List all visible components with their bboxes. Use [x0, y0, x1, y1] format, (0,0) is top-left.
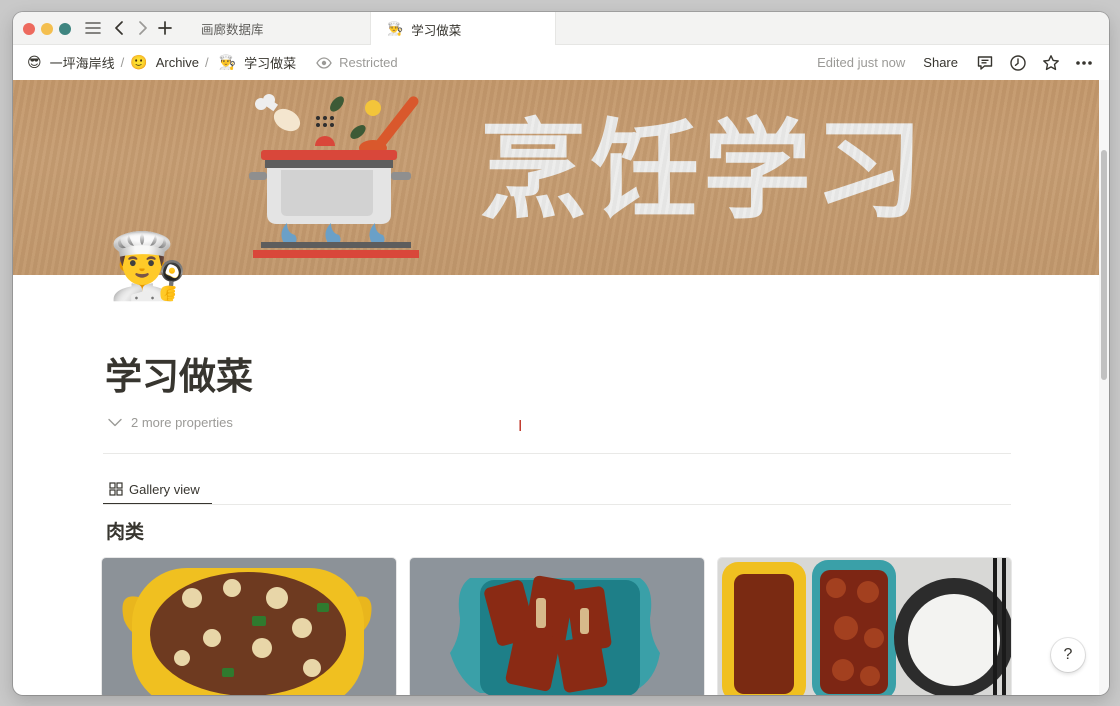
page-icon[interactable]: 👨‍🍳 [108, 234, 188, 298]
sidebar-toggle-icon[interactable] [83, 18, 103, 38]
cover-text: 烹饪学习 [479, 109, 928, 234]
help-button[interactable]: ? [1051, 638, 1085, 672]
tab-label: 画廊数据库 [201, 23, 264, 37]
breadcrumb-label: 学习做菜 [244, 56, 297, 71]
restricted-label: Restricted [339, 55, 398, 70]
chevron-down-icon [108, 418, 122, 427]
text-cursor-icon: I [518, 418, 523, 435]
more-properties-label: 2 more properties [131, 415, 233, 430]
page-title[interactable]: 学习做菜 [105, 346, 253, 400]
breadcrumb-item-workspace[interactable]: 😎 一坪海岸线 [27, 53, 115, 72]
edited-status[interactable]: Edited just now [817, 55, 905, 70]
breadcrumb-label: 一坪海岸线 [49, 56, 115, 71]
cooking-pot-illustration [249, 94, 419, 258]
divider [103, 504, 1011, 505]
zoom-window-button[interactable] [59, 23, 71, 35]
scrollbar-thumb[interactable] [1101, 150, 1107, 380]
gallery-grid-icon [109, 482, 123, 496]
back-icon[interactable] [111, 18, 127, 38]
history-clock-icon[interactable] [1007, 52, 1029, 74]
restricted-badge[interactable]: Restricted [316, 55, 398, 70]
breadcrumb-separator: / [120, 55, 125, 70]
breadcrumb-label: Archive [155, 55, 200, 70]
more-options-icon[interactable] [1073, 52, 1095, 74]
view-label: Gallery view [129, 481, 200, 497]
smiley-face-icon: 🙂 [130, 54, 148, 70]
gallery-card[interactable] [102, 558, 396, 695]
share-button[interactable]: Share [923, 55, 958, 70]
comment-icon[interactable] [974, 52, 996, 74]
close-window-button[interactable] [23, 23, 35, 35]
chef-icon: 👨‍🍳 [387, 21, 404, 36]
tab-label: 学习做菜 [411, 23, 462, 38]
sunglasses-face-icon: 😎 [27, 54, 42, 70]
minimize-window-button[interactable] [41, 23, 53, 35]
favorite-star-icon[interactable] [1040, 52, 1062, 74]
card-cover-image [718, 558, 1011, 695]
eye-icon [316, 56, 332, 69]
chef-icon: 👨‍🍳 [218, 54, 237, 70]
more-properties-toggle[interactable]: 2 more properties [108, 415, 233, 430]
group-title: 肉类 [106, 522, 145, 543]
card-cover-image [410, 558, 704, 695]
gallery-card[interactable] [718, 558, 1011, 695]
topbar-actions: Edited just now Share [817, 45, 1109, 80]
app-window: 画廊数据库 👨‍🍳 学习做菜 😎 一坪海岸线 / 🙂 Archive / 👨‍🍳… [13, 12, 1109, 695]
gallery-card[interactable] [410, 558, 704, 695]
breadcrumb-separator: / [205, 55, 209, 70]
tab-bar: 画廊数据库 👨‍🍳 学习做菜 [13, 12, 1109, 46]
divider [103, 453, 1011, 454]
tab-gallery-database[interactable]: 画廊数据库 [201, 12, 369, 45]
forward-icon[interactable] [135, 18, 151, 38]
scrollbar[interactable] [1099, 80, 1109, 695]
new-tab-icon[interactable] [157, 18, 173, 38]
breadcrumb: 😎 一坪海岸线 / 🙂 Archive / 👨‍🍳 学习做菜 Restricte… [27, 53, 398, 72]
card-cover-image [102, 558, 396, 695]
breadcrumb-item-current-page[interactable]: 👨‍🍳 学习做菜 [219, 53, 296, 72]
tab-learn-cooking[interactable]: 👨‍🍳 学习做菜 [370, 12, 556, 46]
breadcrumb-item-archive[interactable]: 🙂 Archive [130, 54, 199, 71]
tab-gallery-view[interactable]: Gallery view [103, 475, 212, 505]
topbar: 😎 一坪海岸线 / 🙂 Archive / 👨‍🍳 学习做菜 Restricte… [13, 45, 1109, 80]
